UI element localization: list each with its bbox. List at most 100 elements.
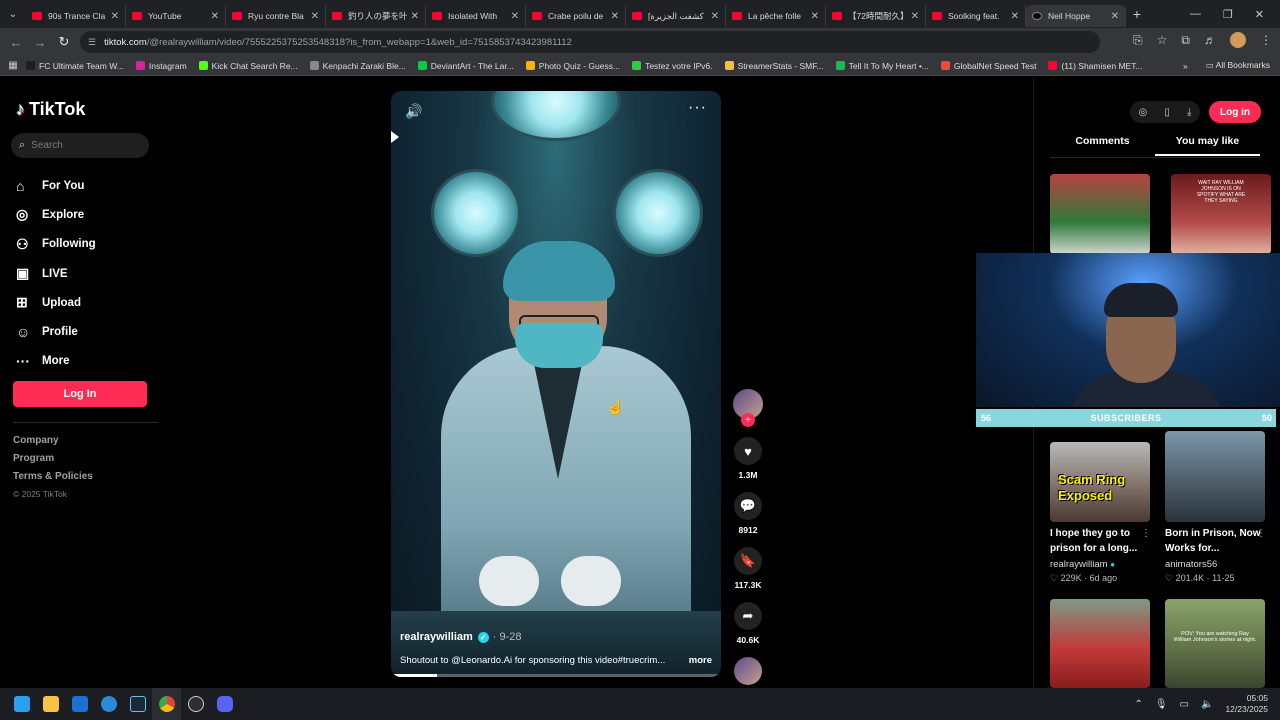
browser-tab[interactable]: Ryu contre Bla ✕ (226, 5, 326, 27)
video-thumbnail[interactable] (1050, 599, 1150, 688)
reload-icon[interactable]: ↻ (52, 34, 76, 50)
bookmark-star-icon[interactable]: ☆ (1157, 33, 1168, 47)
bookmark-item[interactable]: StreamerStats - SMF... (724, 61, 824, 71)
back-icon[interactable]: ← (4, 35, 28, 50)
steam-icon[interactable] (123, 688, 152, 720)
like-icon[interactable]: ♥ (734, 437, 762, 465)
close-tab-icon[interactable]: ✕ (111, 11, 119, 22)
tab-you-may-like[interactable]: You may like (1155, 135, 1260, 156)
caption-more-button[interactable]: more (689, 655, 712, 666)
bookmark-item[interactable]: Kick Chat Search Re... (198, 61, 298, 71)
comment-icon[interactable]: 💬 (734, 492, 762, 520)
terms-link[interactable]: Terms & Policies (13, 471, 93, 489)
video-thumbnail[interactable] (1165, 431, 1265, 522)
browser-tab[interactable]: YouTube ✕ (126, 5, 226, 27)
tab-search-icon[interactable]: ⌄ (0, 0, 26, 28)
bookmark-item[interactable]: DeviantArt - The Lar... (417, 61, 514, 71)
close-tab-icon[interactable]: ✕ (1111, 11, 1119, 22)
bookmark-item[interactable]: GlobalNet Speed Test (940, 61, 1036, 71)
card-author[interactable]: animators56 (1165, 559, 1217, 570)
bookmark-item[interactable]: Instagram (135, 61, 187, 71)
tray-overflow-icon[interactable]: ⌃ (1134, 699, 1142, 710)
browser-tab[interactable]: La pêche folle ✕ (726, 5, 826, 27)
card-author[interactable]: realraywilliam ● (1050, 559, 1115, 570)
program-link[interactable]: Program (13, 453, 93, 471)
nav-item-following[interactable]: ⚇ Following (16, 230, 96, 259)
restore-icon[interactable]: ❐ (1223, 8, 1233, 21)
nav-item-for-you[interactable]: ⌂ For You (16, 171, 96, 200)
minimize-icon[interactable]: — (1190, 8, 1201, 21)
all-bookmarks[interactable]: ▭ All Bookmarks (1206, 60, 1270, 71)
login-button[interactable]: Log In (13, 381, 147, 407)
extensions-icon[interactable]: ⧉ (1181, 33, 1190, 48)
card-title[interactable]: I hope they go to prison for a long... (1050, 527, 1150, 556)
tab-comments[interactable]: Comments (1050, 135, 1155, 156)
browser-tab[interactable]: [كشفت الجزيرة ✕ (626, 5, 726, 27)
bookmark-icon[interactable]: 🔖 (734, 547, 762, 575)
microphone-icon[interactable]: 🎙 (1155, 699, 1168, 710)
share-icon[interactable]: ➦ (734, 602, 762, 630)
video-author[interactable]: realraywilliam (400, 631, 473, 643)
search-input[interactable]: ⌕ Search (11, 133, 149, 158)
bookmark-item[interactable]: Kenpachi Zaraki Ble... (309, 61, 406, 71)
company-link[interactable]: Company (13, 435, 93, 453)
browser-tab[interactable]: Isolated With ✕ (426, 5, 526, 27)
bookmark-item[interactable]: Testez votre IPv6. (632, 61, 713, 71)
follow-plus-icon[interactable]: + (741, 413, 755, 427)
browser-menu-icon[interactable]: ⋮ (1260, 33, 1272, 47)
volume-icon[interactable]: 🔊 (405, 103, 422, 120)
bookmark-item[interactable]: (11) Shamisen MET... (1048, 61, 1143, 71)
outlook-icon[interactable] (65, 688, 94, 720)
device-icon[interactable]: ▯ (1164, 107, 1170, 118)
site-info-icon[interactable]: ☰ (88, 37, 96, 48)
close-tab-icon[interactable]: ✕ (611, 11, 619, 22)
video-progress[interactable] (391, 674, 721, 677)
close-tab-icon[interactable]: ✕ (311, 11, 319, 22)
card-title[interactable]: Born in Prison, Now Works for... (1165, 527, 1265, 556)
video-thumbnail[interactable]: POV: You are watching Ray William Johnso… (1165, 599, 1265, 688)
video-player[interactable]: 🔊 ··· ☝ realraywilliam ✓ · 9-28 Shoutout… (391, 91, 721, 677)
bookmarks-overflow-icon[interactable]: » (1183, 61, 1188, 71)
close-tab-icon[interactable]: ✕ (711, 11, 719, 22)
clock[interactable]: 05:05 12/23/2025 (1225, 693, 1268, 714)
coin-icon[interactable]: ◎ (1139, 107, 1148, 118)
speaker-icon[interactable]: 🔈 (1201, 699, 1213, 710)
obs-icon[interactable] (181, 688, 210, 720)
close-tab-icon[interactable]: ✕ (911, 11, 919, 22)
tiktok-logo[interactable]: ♪ TikTok (16, 99, 85, 120)
file-explorer-icon[interactable] (36, 688, 65, 720)
top-login-button[interactable]: Log in (1209, 101, 1261, 123)
close-tab-icon[interactable]: ✕ (1011, 11, 1019, 22)
browser-tab[interactable]: 90s Trance Cla ✕ (26, 5, 126, 27)
edge-icon[interactable] (94, 688, 123, 720)
browser-tab[interactable]: 釣り人の夢を叶 ✕ (326, 5, 426, 27)
close-tab-icon[interactable]: ✕ (211, 11, 219, 22)
browser-tab[interactable]: 【72時間耐久】 ✕ (826, 5, 926, 27)
close-tab-icon[interactable]: ✕ (511, 11, 519, 22)
video-thumbnail[interactable]: WAIT RAY WILLIAM JOHNSON IS ON SPOTIFY W… (1171, 174, 1271, 254)
nav-item-explore[interactable]: ◎ Explore (16, 200, 96, 229)
video-thumbnail[interactable]: Scam Ring Exposed (1050, 442, 1150, 522)
chrome-icon[interactable] (152, 688, 181, 720)
url-bar[interactable]: ☰ tiktok.com/@realraywilliam/video/75552… (80, 31, 1100, 53)
media-controls-icon[interactable]: ♬ (1204, 33, 1216, 47)
nav-item-upload[interactable]: ⊞ Upload (16, 288, 96, 317)
profile-avatar[interactable] (1230, 32, 1246, 48)
creator-avatar[interactable]: + (733, 389, 763, 427)
network-icon[interactable]: ▭ (1180, 699, 1189, 710)
browser-tab[interactable]: Soolking feat. ✕ (926, 5, 1026, 27)
forward-icon[interactable]: → (28, 35, 52, 50)
download-icon[interactable]: ⤓ (1187, 107, 1191, 118)
bookmark-item[interactable]: FC Ultimate Team W... (26, 61, 124, 71)
video-thumbnail[interactable] (1050, 174, 1150, 254)
install-app-icon[interactable]: ⎘ (1133, 33, 1143, 48)
nav-item-more[interactable]: ··· More (16, 347, 96, 376)
apps-grid-icon[interactable]: ▦ (0, 60, 26, 71)
bookmark-item[interactable]: Photo Quiz - Guess... (525, 61, 620, 71)
nav-item-profile[interactable]: ☺ Profile (16, 317, 96, 346)
bookmark-item[interactable]: Tell It To My Heart •... (835, 61, 929, 71)
video-more-icon[interactable]: ··· (688, 99, 707, 117)
close-tab-icon[interactable]: ✕ (811, 11, 819, 22)
new-tab-button[interactable]: + (1126, 6, 1148, 22)
windows-start-icon[interactable] (7, 688, 36, 720)
